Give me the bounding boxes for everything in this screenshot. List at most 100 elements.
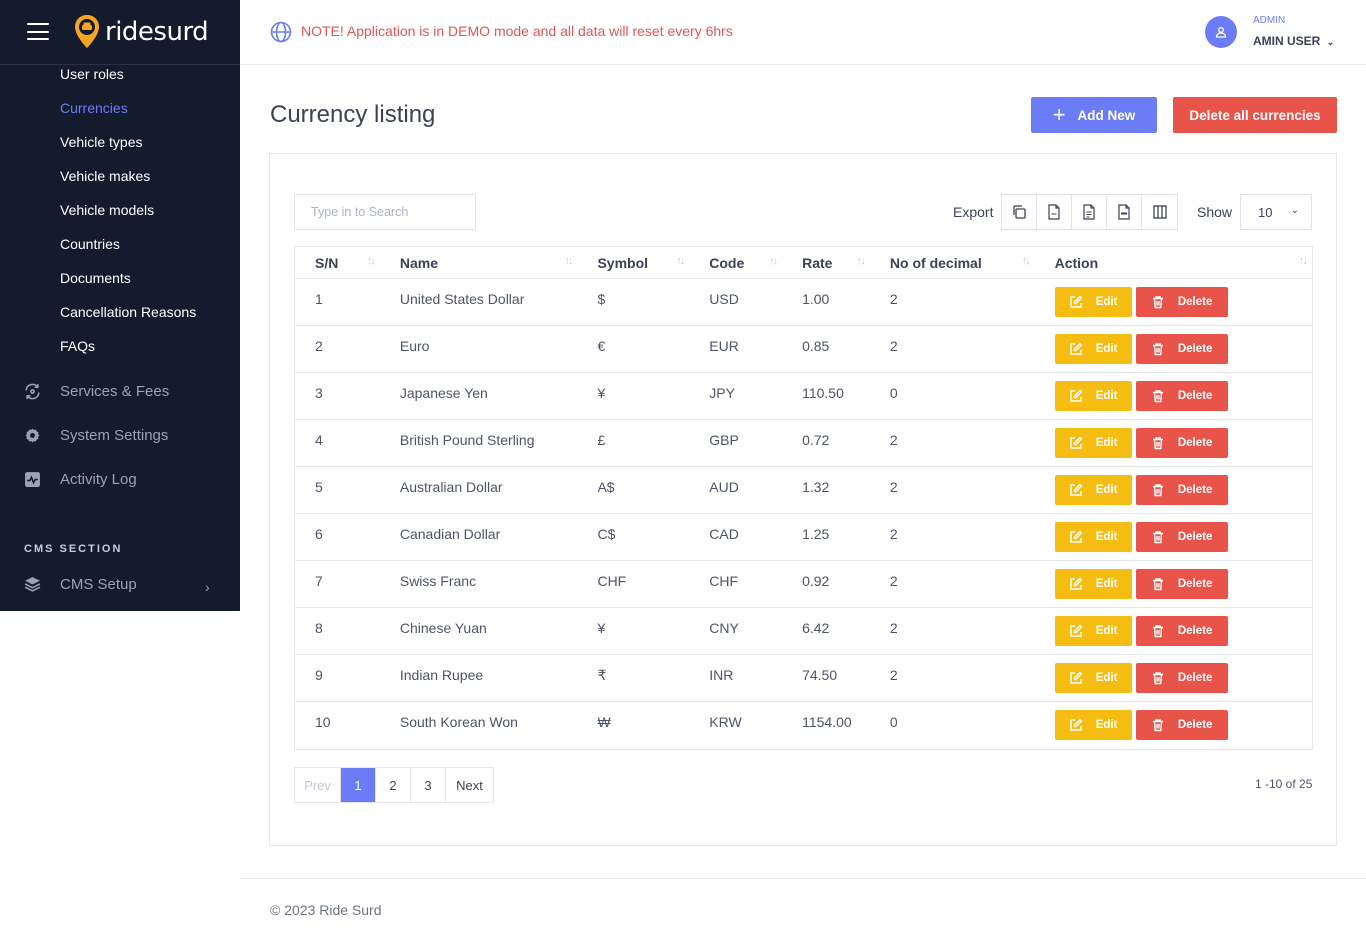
cell-action: Edit Delete [1035, 561, 1312, 607]
delete-button[interactable]: Delete [1135, 475, 1228, 505]
delete-button[interactable]: Delete [1135, 616, 1228, 646]
logo[interactable]: ridesurd [73, 14, 209, 50]
edit-icon [1070, 436, 1083, 449]
page-3-button[interactable]: 3 [411, 768, 446, 802]
delete-button[interactable]: Delete [1135, 381, 1228, 411]
column-header-decimals[interactable]: No of decimal ↑↓ [870, 247, 1035, 278]
sidebar-item-services-fees[interactable]: Services & Fees [24, 383, 169, 400]
csv-export-button[interactable] [1037, 195, 1072, 229]
edit-icon [1070, 389, 1083, 402]
sidebar-item-cancellation-reasons[interactable]: Cancellation Reasons [60, 304, 196, 320]
next-page-button[interactable]: Next [446, 768, 493, 802]
column-header-symbol[interactable]: Symbol ↑↓ [577, 247, 689, 278]
delete-button[interactable]: Delete [1135, 710, 1228, 740]
sidebar-item-user-roles[interactable]: User roles [60, 66, 124, 82]
edit-button[interactable]: Edit [1054, 569, 1132, 599]
column-visibility-button[interactable] [1142, 195, 1177, 229]
page-size-select[interactable]: 10 ⌄ [1240, 194, 1312, 230]
cell-code: EUR [709, 338, 739, 354]
cell-decimals: 2 [889, 291, 898, 307]
cell-rate: 0.85 [802, 338, 830, 354]
edit-button[interactable]: Edit [1054, 428, 1132, 458]
sidebar-item-countries[interactable]: Countries [60, 236, 120, 252]
cell-sn: 10 [315, 714, 331, 730]
edit-button[interactable]: Edit [1054, 522, 1132, 552]
cell-sn: 6 [315, 526, 323, 542]
cell-sn: 5 [315, 479, 323, 495]
user-icon [1215, 27, 1227, 38]
excel-export-button[interactable] [1072, 195, 1107, 229]
table-header: S/N ↑↓ Name ↑↓ Symbol ↑↓ Code ↑↓ Rate ↑↓ No o… [295, 247, 1312, 279]
cell-symbol: ¥ [597, 620, 606, 636]
sidebar-item-system-settings[interactable]: System Settings [24, 427, 168, 444]
sort-icon: ↑↓ [676, 255, 685, 267]
export-label: Export [953, 204, 994, 220]
copy-button[interactable] [1002, 195, 1037, 229]
column-header-sn[interactable]: S/N ↑↓ [295, 247, 380, 278]
column-header-name[interactable]: Name ↑↓ [380, 247, 578, 278]
sidebar-item-cms-setup[interactable]: CMS Setup [24, 576, 137, 593]
edit-button[interactable]: Edit [1054, 287, 1132, 317]
search-input[interactable] [294, 194, 476, 230]
cell-name: Japanese Yen [399, 385, 488, 401]
cell-name: South Korean Won [399, 714, 518, 730]
delete-label: Delete [1177, 484, 1213, 496]
pagination: Prev 1 2 3 Next [294, 767, 494, 803]
globe-icon [270, 21, 292, 43]
cell-rate: 1154.00 [802, 714, 852, 730]
sidebar-item-documents[interactable]: Documents [60, 270, 131, 286]
delete-button[interactable]: Delete [1135, 334, 1228, 364]
cell-sn: 9 [315, 667, 323, 683]
page-2-button[interactable]: 2 [376, 768, 411, 802]
user-menu[interactable]: AMIN USER ⌄ [1253, 34, 1334, 48]
cell-action: Edit Delete [1035, 514, 1312, 560]
sidebar-item-vehicle-makes[interactable]: Vehicle makes [60, 168, 150, 184]
column-header-rate[interactable]: Rate ↑↓ [782, 247, 870, 278]
export-buttons [1001, 194, 1178, 230]
cell-decimals: 2 [889, 432, 898, 448]
edit-button[interactable]: Edit [1054, 710, 1132, 740]
sidebar-item-vehicle-models[interactable]: Vehicle models [60, 202, 154, 218]
pdf-export-button[interactable] [1107, 195, 1142, 229]
page-1-button[interactable]: 1 [341, 768, 376, 802]
cell-name: Australian Dollar [399, 479, 503, 495]
delete-button[interactable]: Delete [1135, 428, 1228, 458]
sidebar-item-currencies[interactable]: Currencies [60, 100, 128, 116]
column-label: Symbol [597, 254, 649, 271]
edit-button[interactable]: Edit [1054, 616, 1132, 646]
edit-icon [1070, 530, 1083, 543]
edit-button[interactable]: Edit [1054, 381, 1132, 411]
edit-button[interactable]: Edit [1054, 475, 1132, 505]
edit-button[interactable]: Edit [1054, 334, 1132, 364]
range-info: 1 -10 of 25 [1255, 777, 1313, 791]
add-new-button[interactable]: + Add New [1031, 97, 1157, 133]
edit-button[interactable]: Edit [1054, 663, 1132, 693]
cell-name: Euro [399, 338, 430, 354]
sort-icon: ↑↓ [1299, 255, 1308, 267]
column-header-code[interactable]: Code ↑↓ [689, 247, 782, 278]
file-icon [1083, 204, 1095, 220]
delete-button[interactable]: Delete [1135, 522, 1228, 552]
column-header-action[interactable]: Action ↑↓ [1035, 247, 1312, 278]
sidebar-item-faqs[interactable]: FAQs [60, 338, 95, 354]
cell-action: Edit Delete [1035, 702, 1312, 749]
cell-decimals: 2 [889, 479, 898, 495]
prev-page-button[interactable]: Prev [295, 768, 341, 802]
delete-button[interactable]: Delete [1135, 287, 1228, 317]
footer-copyright: © 2023 Ride Surd [270, 902, 382, 918]
delete-button[interactable]: Delete [1135, 569, 1228, 599]
sidebar-item-activity-log[interactable]: Activity Log [24, 471, 137, 488]
cell-name: Chinese Yuan [399, 620, 487, 636]
delete-button[interactable]: Delete [1135, 663, 1228, 693]
chevron-down-icon: ⌄ [1290, 205, 1299, 216]
top-bar: NOTE! Application is in DEMO mode and al… [240, 0, 1366, 65]
column-label: Rate [802, 254, 833, 271]
edit-icon [1070, 295, 1083, 308]
cell-decimals: 2 [889, 620, 898, 636]
hamburger-menu-icon[interactable] [27, 23, 49, 40]
sidebar-item-vehicle-types[interactable]: Vehicle types [60, 134, 143, 150]
delete-label: Delete [1177, 296, 1213, 308]
delete-all-currencies-button[interactable]: Delete all currencies [1173, 97, 1337, 133]
avatar[interactable] [1205, 16, 1237, 48]
cell-decimals: 2 [889, 338, 898, 354]
